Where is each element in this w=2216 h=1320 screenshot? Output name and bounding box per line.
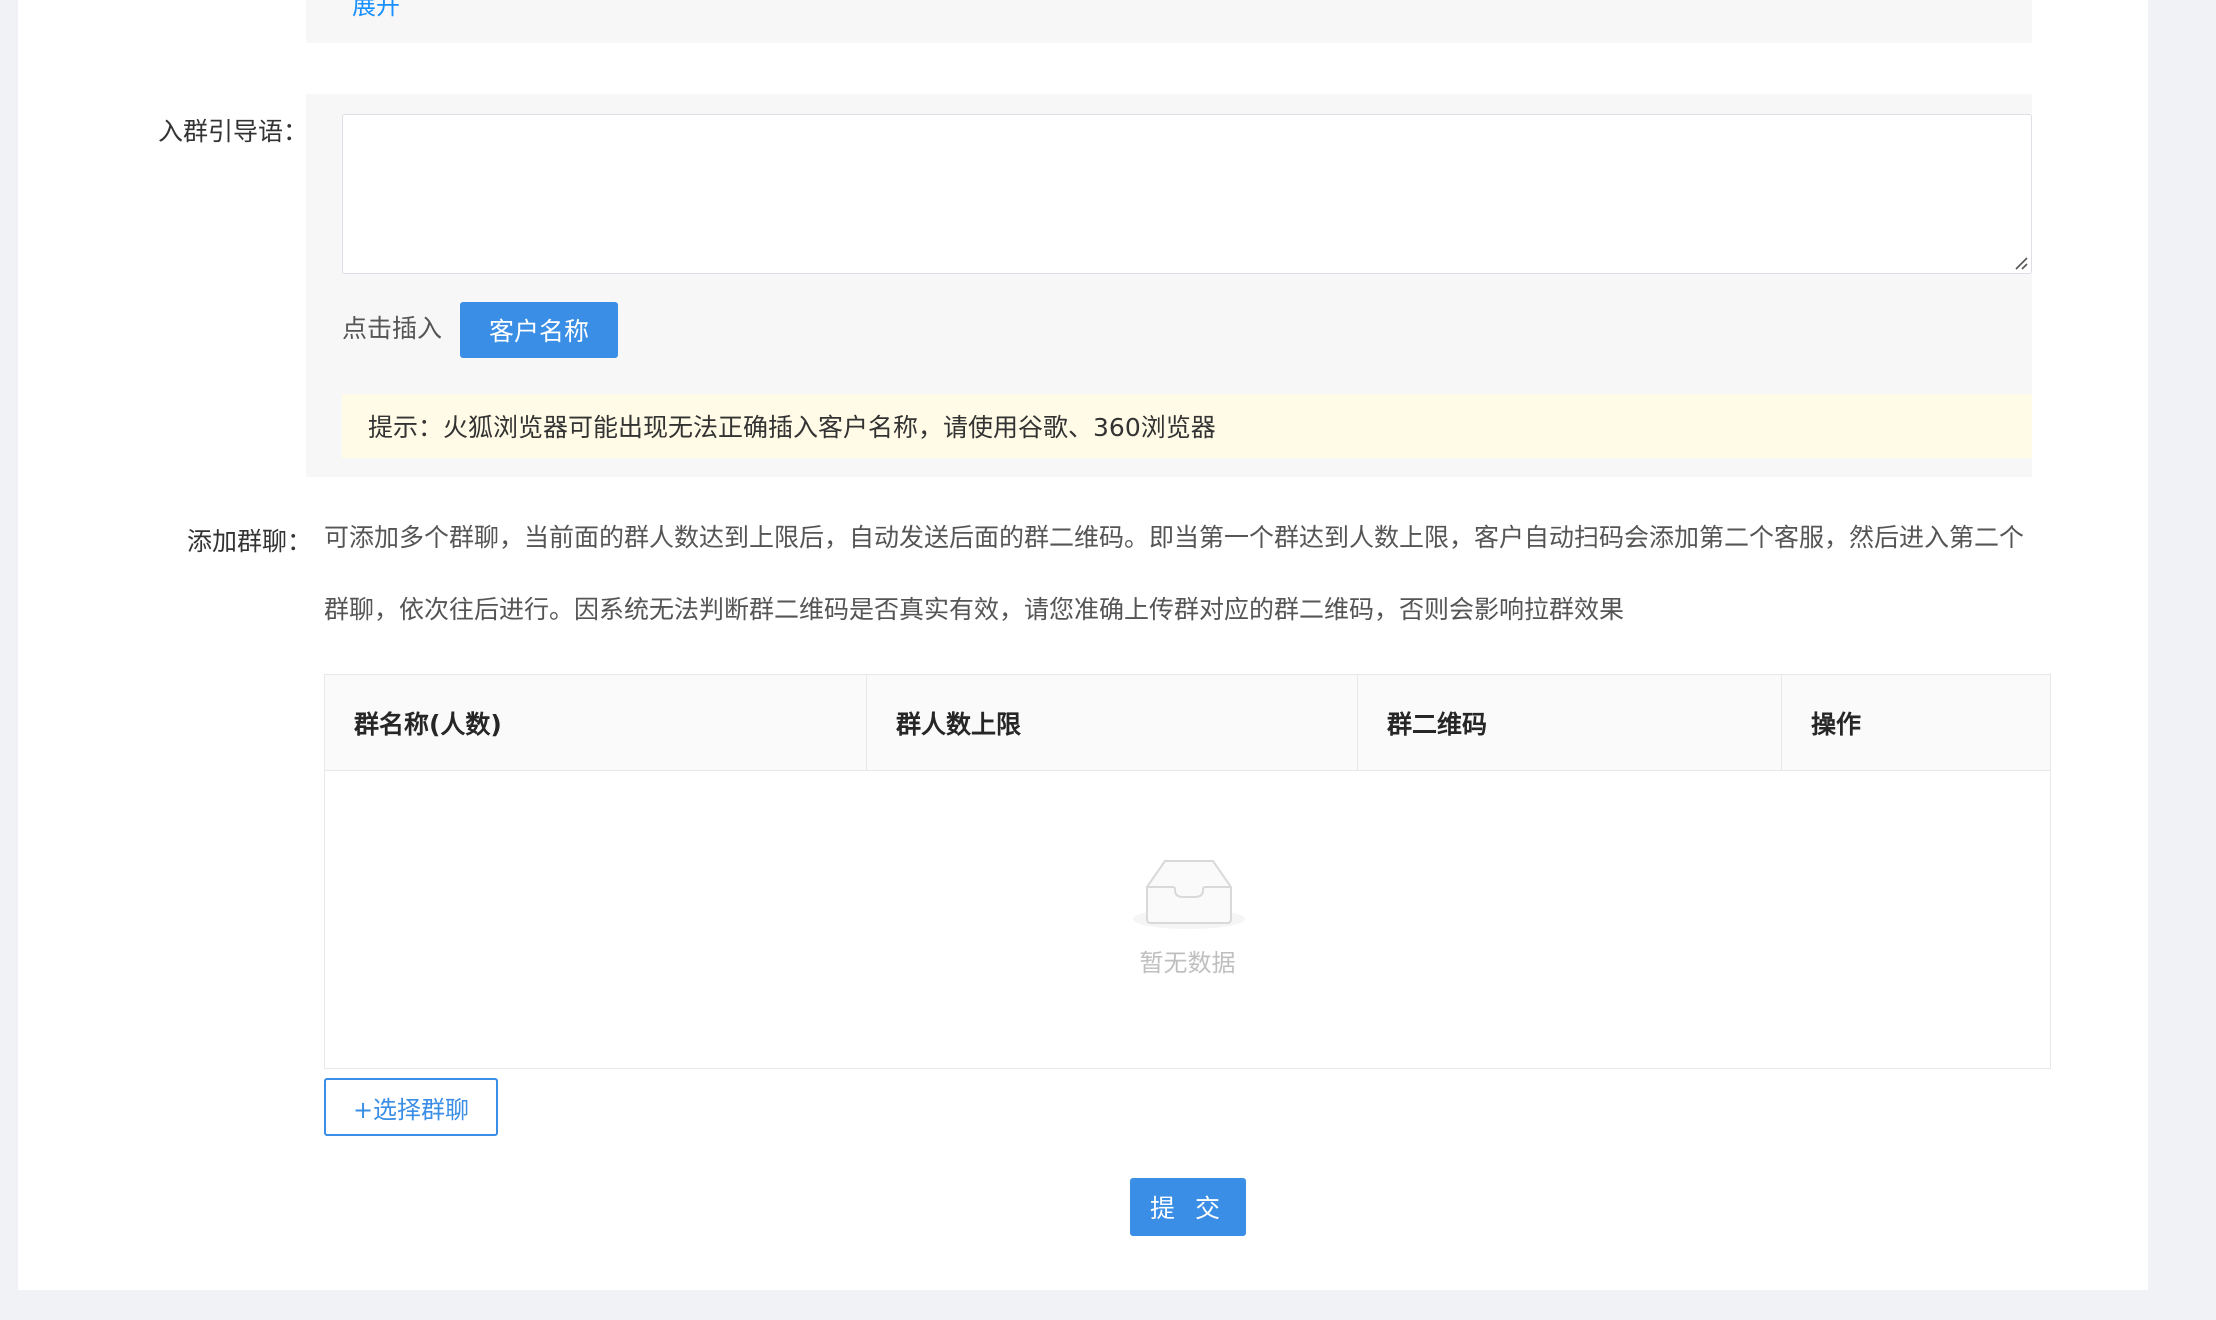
column-header-group-name: 群名称(人数) bbox=[325, 675, 867, 770]
group-table: 群名称(人数) 群人数上限 群二维码 操作 暂无数据 bbox=[324, 674, 2051, 1069]
add-group-label: 添加群聊： bbox=[186, 527, 312, 556]
empty-inbox-icon bbox=[1133, 860, 1245, 929]
column-header-actions: 操作 bbox=[1811, 709, 1862, 739]
insert-customer-name-button[interactable]: 客户名称 bbox=[460, 302, 618, 358]
table-header: 群名称(人数) 群人数上限 群二维码 操作 bbox=[325, 675, 2050, 771]
collapsed-panel bbox=[306, 0, 2032, 43]
form-card: 展开 入群引导语： 点击插入 客户名称 提示：火狐浏览器可能出现无法正确插入客户… bbox=[18, 0, 2148, 1290]
submit-button[interactable]: 提 交 bbox=[1130, 1178, 1246, 1236]
insert-label: 点击插入 bbox=[342, 314, 443, 343]
add-group-description-line1: 可添加多个群聊，当前面的群人数达到上限后，自动发送后面的群二维码。即当第一个群达… bbox=[324, 523, 2025, 552]
guide-label: 入群引导语： bbox=[157, 117, 308, 146]
column-header-qr-code: 群二维码 bbox=[1358, 675, 1782, 770]
column-header-member-limit: 群人数上限 bbox=[867, 675, 1358, 770]
add-group-description-line2: 群聊，依次往后进行。因系统无法判断群二维码是否真实有效，请您准确上传群对应的群二… bbox=[324, 595, 1625, 624]
empty-text: 暂无数据 bbox=[1139, 949, 1236, 977]
resize-handle-icon[interactable] bbox=[2014, 256, 2028, 270]
browser-tip-bar: 提示：火狐浏览器可能出现无法正确插入客户名称，请使用谷歌、360浏览器 bbox=[342, 394, 2032, 458]
select-group-button[interactable]: +选择群聊 bbox=[324, 1078, 498, 1136]
browser-tip-text: 提示：火狐浏览器可能出现无法正确插入客户名称，请使用谷歌、360浏览器 bbox=[368, 413, 1216, 442]
expand-link[interactable]: 展开 bbox=[352, 0, 400, 20]
guide-textarea[interactable] bbox=[342, 114, 2032, 274]
